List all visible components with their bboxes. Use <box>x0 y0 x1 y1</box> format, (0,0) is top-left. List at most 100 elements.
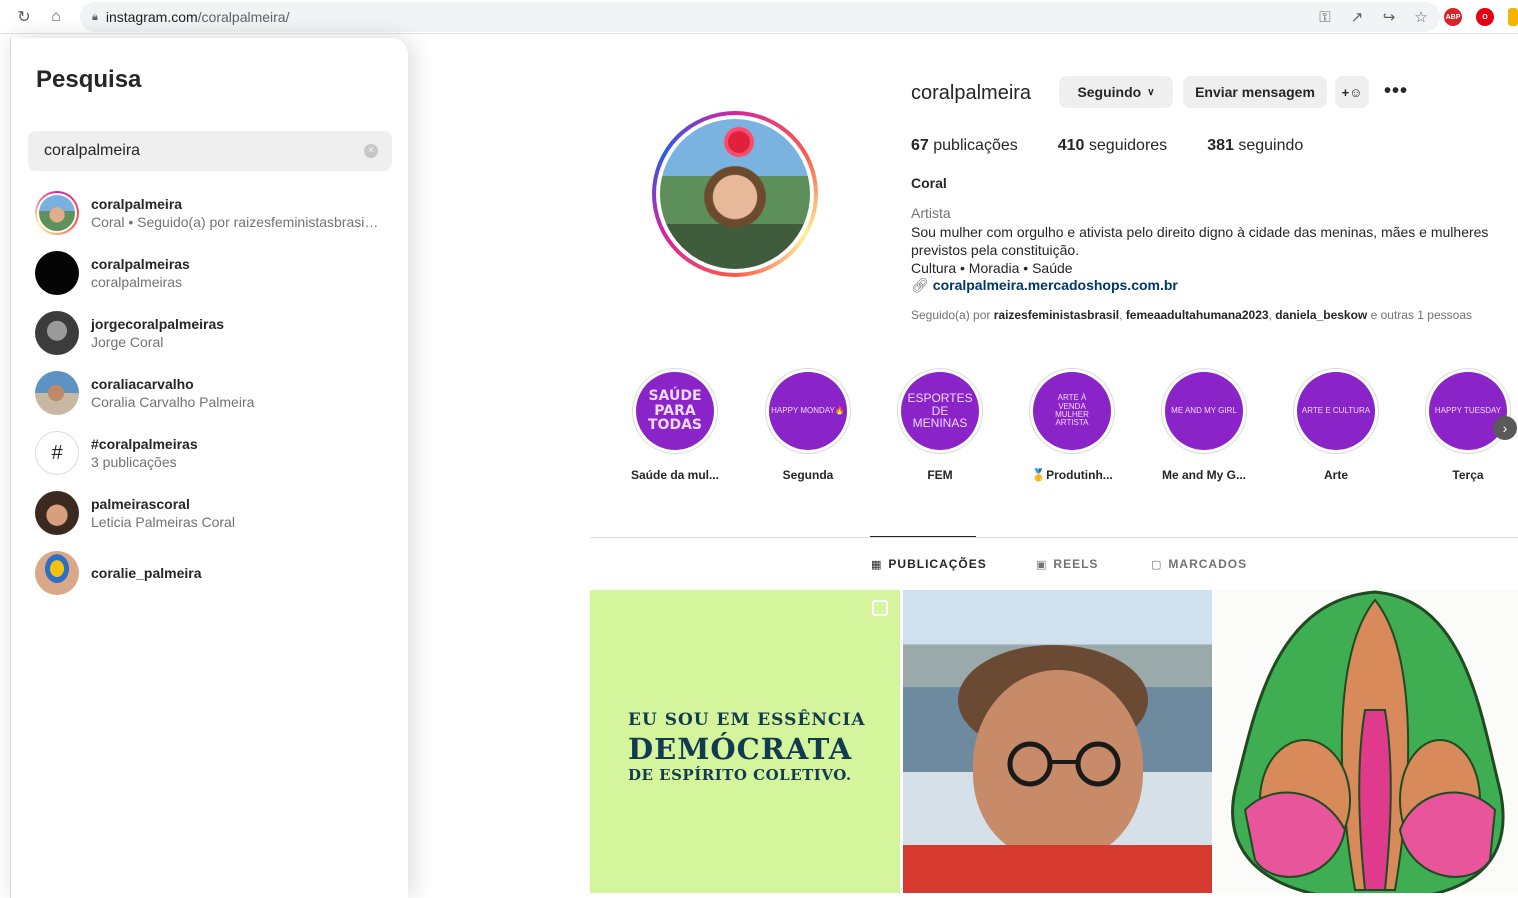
link-icon: 🔗︎ <box>911 277 929 293</box>
following-button-label: Seguindo <box>1077 84 1142 100</box>
highlight-cover: ESPORTES DE MENINAS <box>901 372 979 450</box>
tagged-icon: ▢ <box>1151 558 1163 571</box>
search-input[interactable] <box>44 142 344 160</box>
grid-icon: ▦ <box>871 558 883 571</box>
hashtag-icon: # <box>35 431 79 475</box>
highlight-label: Terça <box>1452 468 1484 482</box>
highlight-label: Saúde da mul... <box>630 468 720 482</box>
following-link[interactable]: 381 seguindo <box>1207 137 1303 155</box>
highlight-item[interactable]: SAÚDE PARA TODAS Saúde da mul... <box>625 368 725 482</box>
result-username: #coralpalmeiras <box>91 436 198 452</box>
lock-icon: 🔒︎ <box>92 10 98 23</box>
open-external-icon[interactable]: ↗ <box>1341 8 1373 26</box>
more-options-icon[interactable]: ••• <box>1384 80 1408 103</box>
star-icon[interactable]: ☆ <box>1405 8 1437 26</box>
add-user-icon: +☺︎ <box>1341 84 1363 100</box>
result-username: coralpalmeiras <box>91 256 190 272</box>
post-drawing <box>1231 590 1505 893</box>
opera-extension-icon[interactable]: O <box>1476 8 1494 26</box>
result-username: coralie_palmeira <box>91 565 202 581</box>
reload-icon[interactable]: ↻ <box>8 0 40 34</box>
followed-by[interactable]: Seguido(a) por raizesfeministasbrasil, f… <box>911 308 1472 322</box>
result-subtitle: Coral • Seguido(a) por raizesfeministasb… <box>91 214 381 230</box>
story-highlights: SAÚDE PARA TODAS Saúde da mul... HAPPY M… <box>625 368 1518 488</box>
result-username: palmeirascoral <box>91 496 190 512</box>
result-subtitle: Leticia Palmeiras Coral <box>91 514 235 530</box>
search-result-item[interactable]: jorgecoralpalmeiras Jorge Coral <box>11 303 409 363</box>
highlight-label: Arte <box>1323 468 1348 482</box>
profile-picture[interactable] <box>652 111 818 277</box>
avatar <box>35 551 79 595</box>
search-box[interactable]: × <box>28 131 392 171</box>
extension-icon[interactable] <box>1508 8 1518 26</box>
search-result-item[interactable]: # #coralpalmeiras 3 publicações <box>11 423 409 483</box>
toolbar-icons: ⚿ ↗ ↪ ☆ ABP O <box>1309 0 1518 34</box>
home-icon[interactable]: ⌂ <box>40 0 72 34</box>
search-result-item[interactable]: coralpalmeiras coralpalmeiras <box>11 243 409 303</box>
adblock-extension-icon[interactable]: ABP <box>1444 8 1462 26</box>
profile-bio: Sou mulher com orgulho e ativista pelo d… <box>911 223 1501 277</box>
highlight-label: Segunda <box>782 468 834 482</box>
highlight-cover: HAPPY MONDAY🔥 <box>769 372 847 450</box>
highlight-item[interactable]: ESPORTES DE MENINAS FEM <box>890 368 990 482</box>
post-tile[interactable] <box>1215 590 1518 893</box>
result-subtitle: Coralia Carvalho Palmeira <box>91 394 255 410</box>
profile-category: Artista <box>911 205 951 221</box>
posts-count: 67 publicações <box>911 137 1018 154</box>
search-result-item[interactable]: coraliacarvalho Coralia Carvalho Palmeira <box>11 363 409 423</box>
highlight-label: Me and My G... <box>1161 468 1246 482</box>
highlight-label: 🥇Produtinh... <box>1031 468 1113 482</box>
result-username: jorgecoralpalmeiras <box>91 316 225 332</box>
tab-tagged[interactable]: ▢ MARCADOS <box>1151 557 1247 571</box>
carousel-icon <box>872 600 888 616</box>
active-tab-indicator <box>870 536 976 537</box>
send-message-button[interactable]: Enviar mensagem <box>1183 76 1327 108</box>
profile-stats: 67 publicações 410 seguidores 381 seguin… <box>911 137 1343 155</box>
avatar <box>35 491 79 535</box>
bio-line: Cultura • Moradia • Saúde <box>911 260 1073 276</box>
search-result-item[interactable]: coralpalmeira Coral • Seguido(a) por raiz… <box>11 183 409 243</box>
search-result-item[interactable]: palmeirascoral Leticia Palmeiras Coral <box>11 483 409 543</box>
url-path: /coralpalmeira/ <box>197 9 290 25</box>
highlight-item[interactable]: ARTE E CULTURA Arte <box>1286 368 1386 482</box>
share-icon[interactable]: ↪ <box>1373 8 1405 26</box>
post-photo-glasses <box>1007 741 1121 787</box>
result-username: coralpalmeira <box>91 196 183 212</box>
avatar <box>35 311 79 355</box>
url-host: instagram.com <box>105 9 198 25</box>
chevron-right-icon[interactable]: › <box>1493 416 1517 440</box>
profile-username: coralpalmeira <box>911 82 1032 104</box>
followers-link[interactable]: 410 seguidores <box>1058 137 1167 155</box>
chevron-down-icon: ∨ <box>1147 86 1155 98</box>
avatar <box>35 371 79 415</box>
highlight-item[interactable]: ARTE À VENDA MULHER ARTISTA 🥇Produtinh..… <box>1022 368 1122 482</box>
post-tile[interactable]: EU SOU EM ESSÊNCIA DEMÓCRATA DE ESPÍRITO… <box>590 590 900 893</box>
clear-search-icon[interactable]: × <box>364 144 378 158</box>
highlight-item[interactable]: HAPPY MONDAY🔥 Segunda <box>758 368 858 482</box>
suggest-user-button[interactable]: +☺︎ <box>1335 76 1369 108</box>
highlight-cover: HAPPY TUESDAY <box>1429 372 1507 450</box>
highlight-cover: ARTE À VENDA MULHER ARTISTA <box>1033 372 1111 450</box>
key-icon[interactable]: ⚿ <box>1309 9 1341 26</box>
search-results: coralpalmeira Coral • Seguido(a) por raiz… <box>11 183 409 603</box>
result-subtitle: coralpalmeiras <box>91 274 183 290</box>
tab-reels[interactable]: ▣ REELS <box>1036 557 1098 571</box>
tab-posts[interactable]: ▦ PUBLICAÇÕES <box>871 557 987 571</box>
highlight-cover: ME AND MY GIRL <box>1165 372 1243 450</box>
avatar <box>35 191 79 235</box>
address-bar[interactable]: 🔒︎ instagram.com/coralpalmeira/ <box>80 2 1440 32</box>
highlight-item[interactable]: ME AND MY GIRL Me and My G... <box>1154 368 1254 482</box>
result-subtitle: Jorge Coral <box>91 334 164 350</box>
search-result-item[interactable]: coralie_palmeira <box>11 543 409 603</box>
search-title: Pesquisa <box>36 66 142 93</box>
post-tile[interactable] <box>903 590 1212 893</box>
profile-link[interactable]: 🔗︎ coralpalmeira.mercadoshops.com.br <box>911 277 1178 294</box>
profile-full-name: Coral <box>911 175 947 191</box>
browser-toolbar: ↻ ⌂ 🔒︎ instagram.com/coralpalmeira/ ⚿ ↗ … <box>0 0 1518 34</box>
highlight-cover: ARTE E CULTURA <box>1297 372 1375 450</box>
highlight-cover: SAÚDE PARA TODAS <box>636 372 714 450</box>
following-button[interactable]: Seguindo ∨ <box>1059 76 1173 108</box>
bio-line: Sou mulher com orgulho e ativista pelo d… <box>911 224 1489 258</box>
post-photo-shirt <box>903 845 1212 893</box>
highlight-label: FEM <box>927 468 953 482</box>
